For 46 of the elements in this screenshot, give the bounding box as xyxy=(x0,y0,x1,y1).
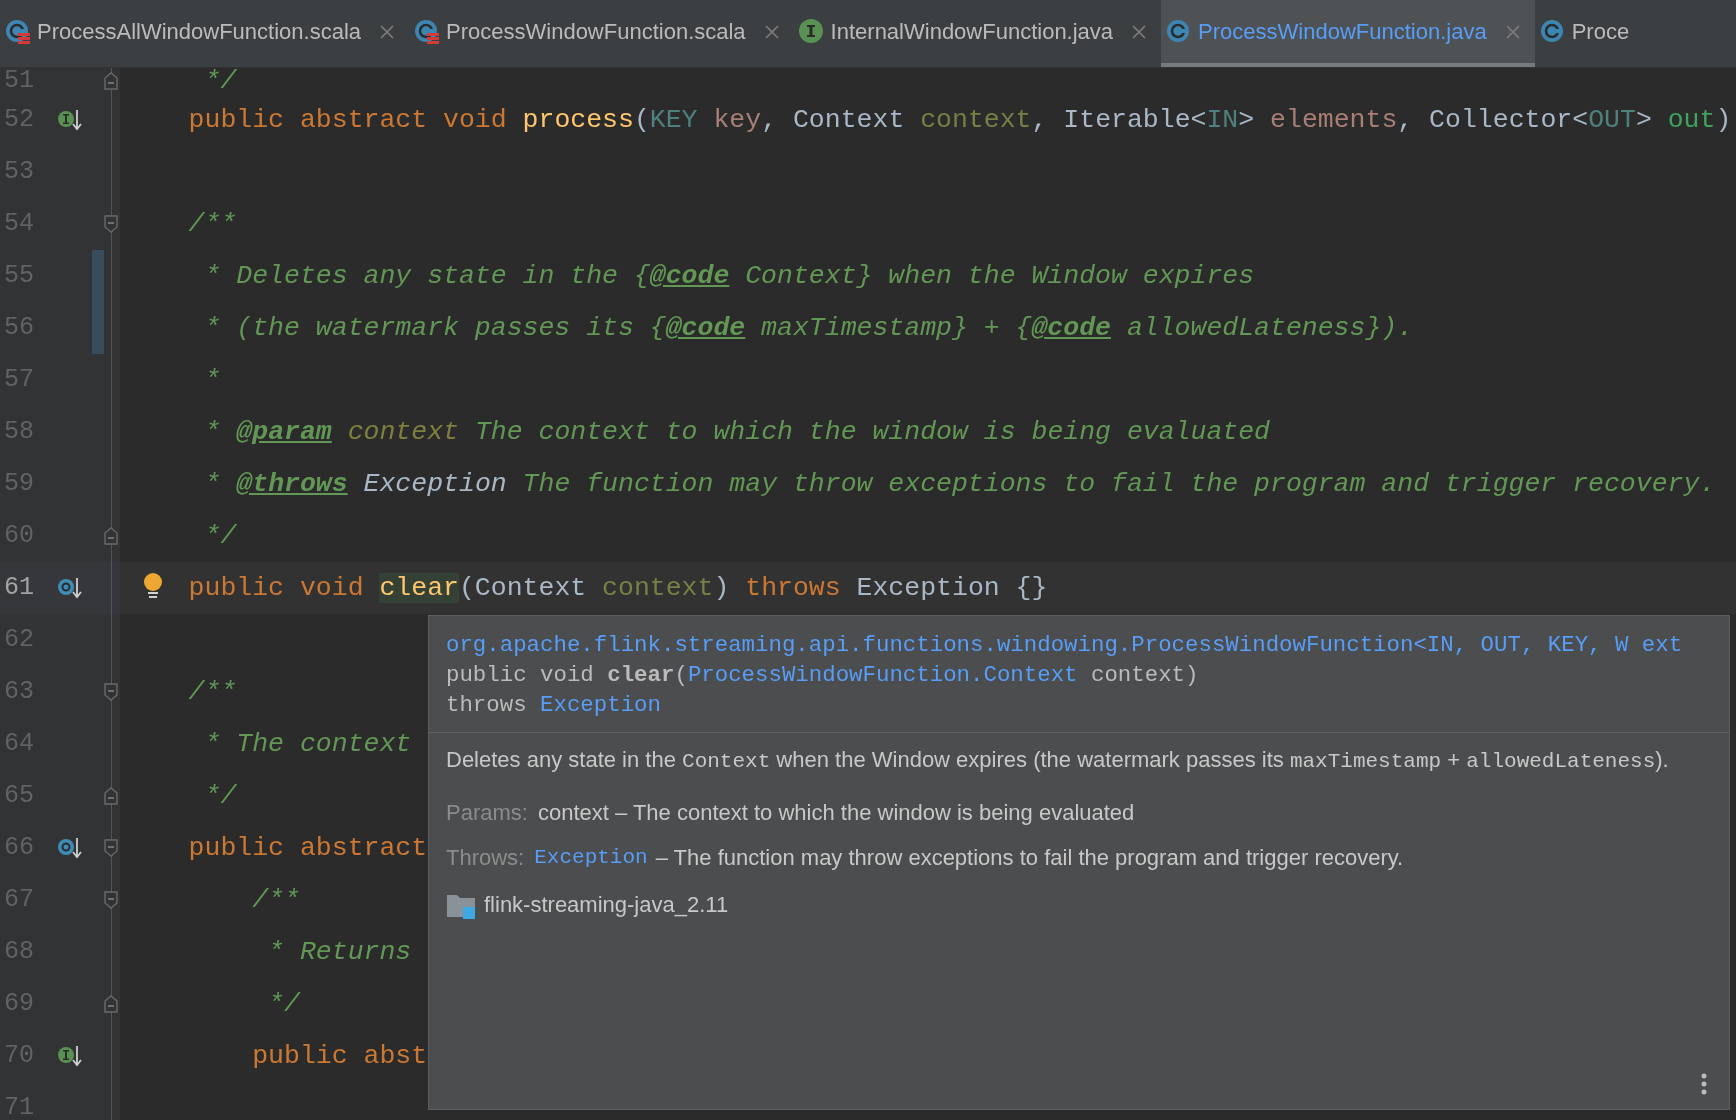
close-icon xyxy=(763,23,780,40)
code-line: * Returns xyxy=(267,936,412,969)
section-text: – The function may throw exceptions to fail the program and trigger recovery. xyxy=(655,844,1404,872)
section-label: Params: xyxy=(446,799,528,827)
code-line: * The context xyxy=(203,728,412,761)
editor-tab[interactable]: ProcessAllWindowFunction.scala xyxy=(0,0,410,67)
code-line: */ xyxy=(203,68,237,94)
more-options-icon[interactable] xyxy=(1701,1073,1707,1095)
line-number: 61 xyxy=(3,572,35,604)
exception-link[interactable]: Exception xyxy=(534,843,648,873)
type-link[interactable]: ProcessWindowFunction.Context xyxy=(687,662,1078,688)
interface-icon xyxy=(797,18,825,45)
code-line: /** xyxy=(187,676,237,709)
code-line: public abst xyxy=(251,1040,428,1073)
editor-tab[interactable]: Proce xyxy=(1534,0,1644,67)
type-link[interactable]: Exception xyxy=(540,692,661,718)
class-link[interactable]: org.apache.flink.streaming.api.functions.windowing.ProcessWindowFunction<IN, OUT, KEY, W ext xyxy=(446,630,1729,660)
section-label: Throws: xyxy=(446,844,525,872)
scala-class-icon xyxy=(4,18,31,45)
description-text: Deletes any state in the Context when the Window expires (the watermark passes its maxTimestamp + allowedLateness). xyxy=(446,746,1670,775)
scala-class-icon xyxy=(413,18,441,45)
code-line: * @param context The context to which the window is being evaluated xyxy=(203,416,1271,449)
module-name: flink-streaming-java_2.11 xyxy=(484,891,729,919)
section-text: context – The context to which the window is being evaluated xyxy=(537,799,1135,827)
code-line: public abstract void process(KEY key, Context context, Iterable<IN> elements, Collector<OUT> out) xyxy=(187,104,1732,137)
lightbulb-icon[interactable] xyxy=(142,572,164,599)
code-line: */ xyxy=(267,988,300,1021)
code-line: /** xyxy=(251,884,300,917)
code-line: * Deletes any state in the {@code Context} when the Window expires xyxy=(203,260,1255,293)
editor-tab[interactable]: ProcessWindowFunction.scala xyxy=(409,0,794,67)
code-line: */ xyxy=(203,780,237,813)
code-line: */ xyxy=(203,520,237,553)
close-icon xyxy=(1504,23,1521,40)
code-line: * xyxy=(203,364,221,397)
code-line: * (the watermark passes its {@code maxTimestamp} + {@code allowedLateness}). xyxy=(203,312,1414,345)
code-line: public void clear(Context context) throws Exception {} xyxy=(187,572,1048,605)
code-line: * @throws Exception The function may throw exceptions to fail the program and trigger recovery. xyxy=(203,468,1716,501)
editor-tab[interactable]: ProcessWindowFunction.java xyxy=(1161,0,1535,67)
code-line: public abstract xyxy=(187,832,428,865)
close-icon xyxy=(1131,23,1148,40)
close-icon xyxy=(379,23,396,40)
editor-tab[interactable]: InternalWindowFunction.java xyxy=(793,0,1162,67)
signature-line: throws Exception xyxy=(446,691,662,720)
class-icon xyxy=(1538,18,1566,45)
code-line: /** xyxy=(187,208,237,241)
signature-line: public void clear(ProcessWindowFunction.Context context) xyxy=(446,661,1200,690)
